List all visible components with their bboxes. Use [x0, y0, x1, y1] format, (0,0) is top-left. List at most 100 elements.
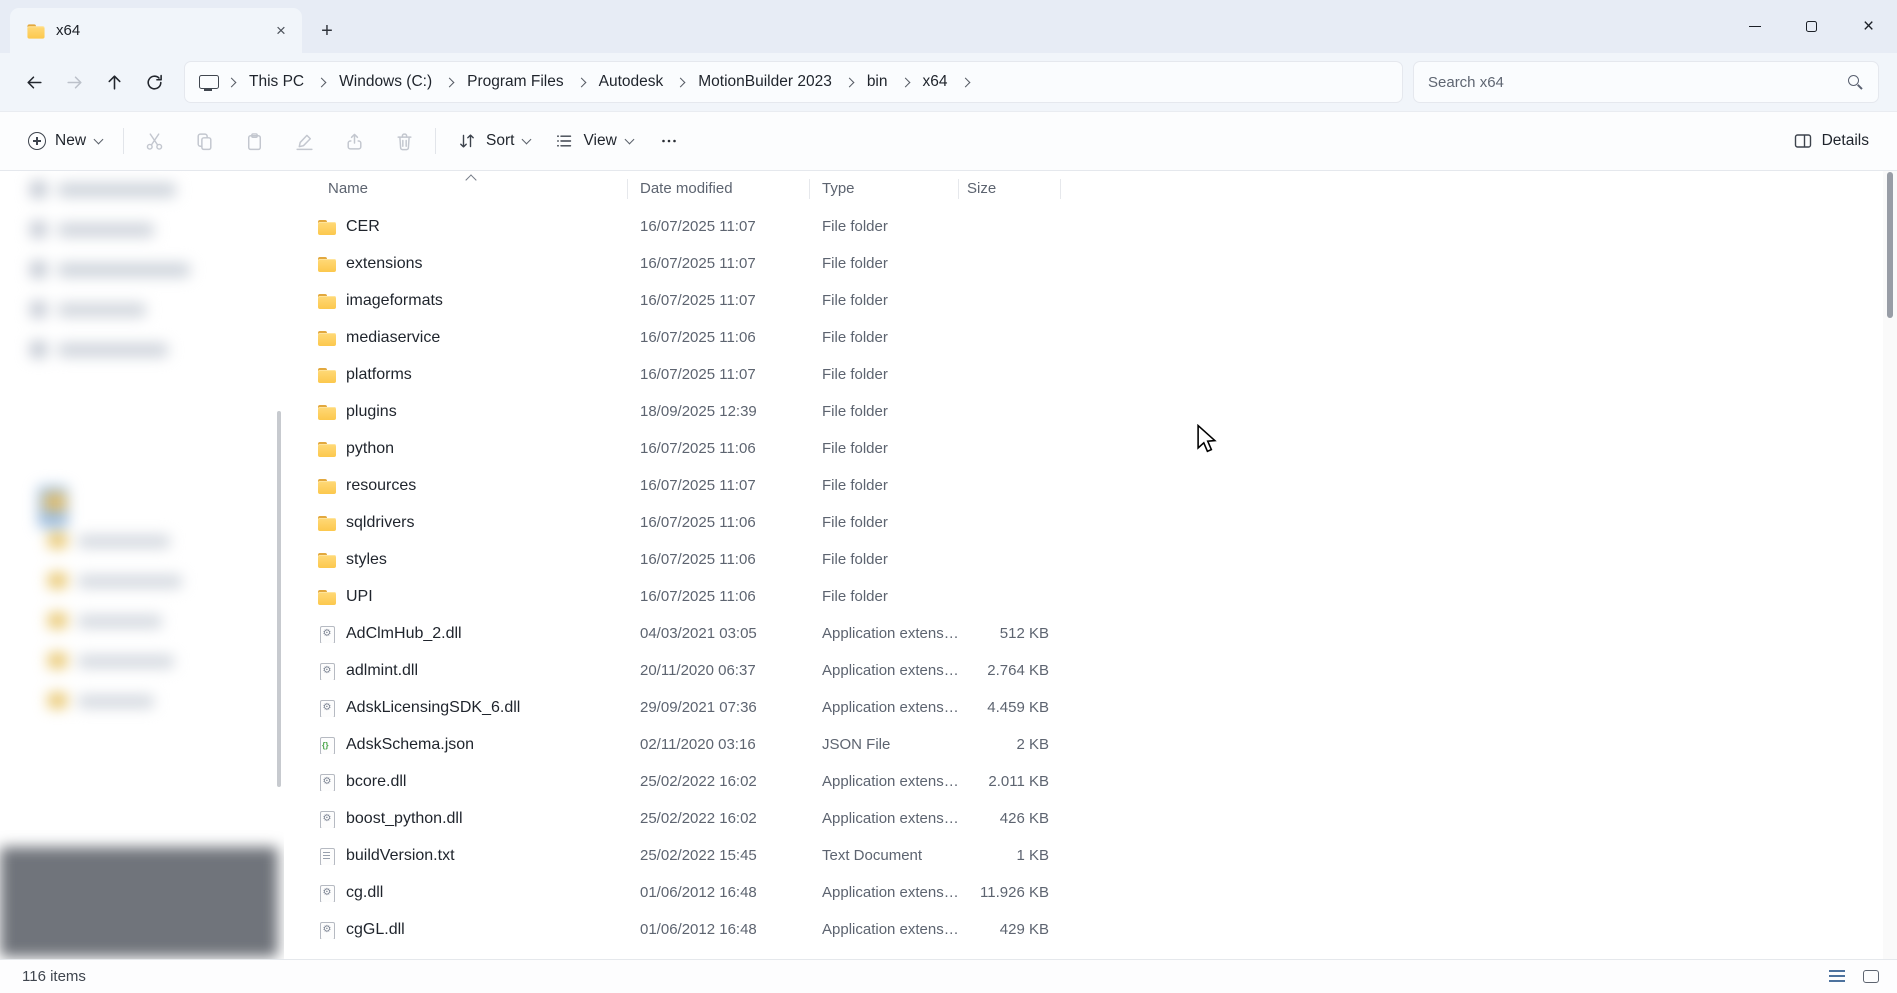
file-row[interactable]: adlmint.dll20/11/2020 06:37Application e…	[284, 652, 1897, 689]
vertical-scrollbar[interactable]	[1883, 171, 1897, 959]
navigation-sidebar[interactable]	[0, 171, 284, 959]
file-row[interactable]: AdClmHub_2.dll04/03/2021 03:05Applicatio…	[284, 615, 1897, 652]
share-icon	[344, 131, 365, 152]
new-tab-button[interactable]: +	[310, 14, 344, 48]
new-button-label: New	[55, 132, 86, 150]
chevron-right-icon[interactable]	[844, 77, 854, 87]
file-row[interactable]: mediaservice16/07/2025 11:06File folder	[284, 319, 1897, 356]
chevron-right-icon[interactable]	[960, 77, 970, 87]
file-name: CER	[346, 218, 380, 236]
large-icons-view-toggle[interactable]	[1857, 964, 1885, 990]
chevron-right-icon[interactable]	[576, 77, 586, 87]
maximize-button[interactable]	[1783, 0, 1840, 53]
search-box[interactable]	[1413, 61, 1879, 103]
breadcrumb-item[interactable]: Windows (C:)	[330, 66, 441, 98]
file-row[interactable]: resources16/07/2025 11:07File folder	[284, 467, 1897, 504]
tab-close-icon[interactable]: ×	[268, 18, 294, 44]
file-row[interactable]: boost_python.dll25/02/2022 16:02Applicat…	[284, 800, 1897, 837]
chevron-right-icon[interactable]	[900, 77, 910, 87]
chevron-right-icon[interactable]	[227, 77, 237, 87]
details-pane-button[interactable]: Details	[1781, 122, 1881, 160]
file-list: CER16/07/2025 11:07File folderextensions…	[284, 208, 1897, 959]
minimize-button[interactable]	[1726, 0, 1783, 53]
file-type: File folder	[810, 218, 959, 235]
back-button[interactable]	[14, 62, 54, 102]
file-row[interactable]: styles16/07/2025 11:06File folder	[284, 541, 1897, 578]
address-bar[interactable]: This PC Windows (C:) Program Files Autodesk…	[184, 61, 1403, 103]
file-row[interactable]: extensions16/07/2025 11:07File folder	[284, 245, 1897, 282]
close-button[interactable]: ×	[1840, 0, 1897, 53]
sidebar-scrollbar[interactable]	[277, 411, 281, 787]
file-type: Application extens…	[810, 662, 959, 679]
scrollbar-thumb[interactable]	[1887, 172, 1893, 318]
file-name: UPI	[346, 588, 373, 606]
search-input[interactable]	[1428, 74, 1847, 91]
file-name: styles	[346, 551, 387, 569]
file-size: 512 KB	[959, 625, 1061, 642]
file-date-modified: 01/06/2012 16:48	[628, 884, 810, 901]
tab-x64[interactable]: x64 ×	[10, 8, 302, 53]
folder-icon	[27, 22, 46, 39]
cut-button[interactable]	[133, 121, 176, 161]
breadcrumb-item[interactable]: x64	[914, 66, 957, 98]
file-date-modified: 16/07/2025 11:07	[628, 218, 810, 235]
view-toggles	[1823, 964, 1885, 990]
file-type: File folder	[810, 403, 959, 420]
this-pc-icon[interactable]	[197, 73, 219, 91]
file-type: File folder	[810, 329, 959, 346]
chevron-right-icon[interactable]	[317, 77, 327, 87]
back-arrow-icon	[24, 72, 45, 93]
column-header-type[interactable]: Type	[810, 171, 959, 206]
chevron-right-icon[interactable]	[445, 77, 455, 87]
file-type: Application extens…	[810, 625, 959, 642]
plus-icon	[28, 132, 46, 150]
breadcrumb-item[interactable]: bin	[858, 66, 897, 98]
breadcrumb-item[interactable]: MotionBuilder 2023	[689, 66, 841, 98]
chevron-down-icon	[624, 134, 634, 144]
file-row[interactable]: sqldrivers16/07/2025 11:06File folder	[284, 504, 1897, 541]
file-row[interactable]: plugins18/09/2025 12:39File folder	[284, 393, 1897, 430]
file-row[interactable]: cgGL.dll01/06/2012 16:48Application exte…	[284, 911, 1897, 948]
sort-button[interactable]: Sort	[445, 122, 542, 160]
file-row[interactable]: python16/07/2025 11:06File folder	[284, 430, 1897, 467]
chevron-down-icon	[522, 134, 532, 144]
breadcrumb-item[interactable]: Autodesk	[590, 66, 673, 98]
share-button[interactable]	[333, 121, 376, 161]
file-row[interactable]: CER 16/07/2025 11:07File folder	[284, 208, 1897, 245]
file-row[interactable]: platforms16/07/2025 11:07File folder	[284, 356, 1897, 393]
file-icon	[317, 736, 337, 754]
file-icon	[317, 662, 337, 680]
toolbar-separator	[123, 128, 124, 154]
rename-button[interactable]	[283, 121, 326, 161]
forward-button[interactable]	[54, 62, 94, 102]
file-size: 429 KB	[959, 921, 1061, 938]
breadcrumb-item[interactable]: This PC	[240, 66, 313, 98]
maximize-icon	[1806, 21, 1817, 32]
up-button[interactable]	[94, 62, 134, 102]
view-button[interactable]: View	[542, 122, 644, 160]
paste-button[interactable]	[233, 121, 276, 161]
search-icon[interactable]	[1847, 74, 1864, 91]
file-row[interactable]: AdskLicensingSDK_6.dll29/09/2021 07:36Ap…	[284, 689, 1897, 726]
file-row[interactable]: cg.dll01/06/2012 16:48Application extens…	[284, 874, 1897, 911]
details-view-toggle[interactable]	[1823, 964, 1851, 990]
file-type: File folder	[810, 514, 959, 531]
file-row[interactable]: buildVersion.txt25/02/2022 15:45Text Doc…	[284, 837, 1897, 874]
file-row[interactable]: AdskSchema.json02/11/2020 03:16JSON File…	[284, 726, 1897, 763]
column-header-date-modified[interactable]: Date modified	[628, 171, 810, 206]
file-row[interactable]: imageformats16/07/2025 11:07File folder	[284, 282, 1897, 319]
copy-button[interactable]	[183, 121, 226, 161]
new-button[interactable]: New	[16, 123, 114, 159]
file-type: File folder	[810, 551, 959, 568]
refresh-button[interactable]	[134, 62, 174, 102]
breadcrumb-item[interactable]: Program Files	[458, 66, 572, 98]
folder-icon	[317, 514, 337, 532]
see-more-button[interactable]	[649, 121, 689, 161]
file-row-partial[interactable]	[284, 948, 1897, 959]
column-header-size[interactable]: Size	[959, 171, 1061, 206]
delete-button[interactable]	[383, 121, 426, 161]
column-header-name[interactable]: Name	[284, 171, 628, 206]
file-row[interactable]: bcore.dll25/02/2022 16:02Application ext…	[284, 763, 1897, 800]
chevron-right-icon[interactable]	[676, 77, 686, 87]
file-row[interactable]: UPI16/07/2025 11:06File folder	[284, 578, 1897, 615]
